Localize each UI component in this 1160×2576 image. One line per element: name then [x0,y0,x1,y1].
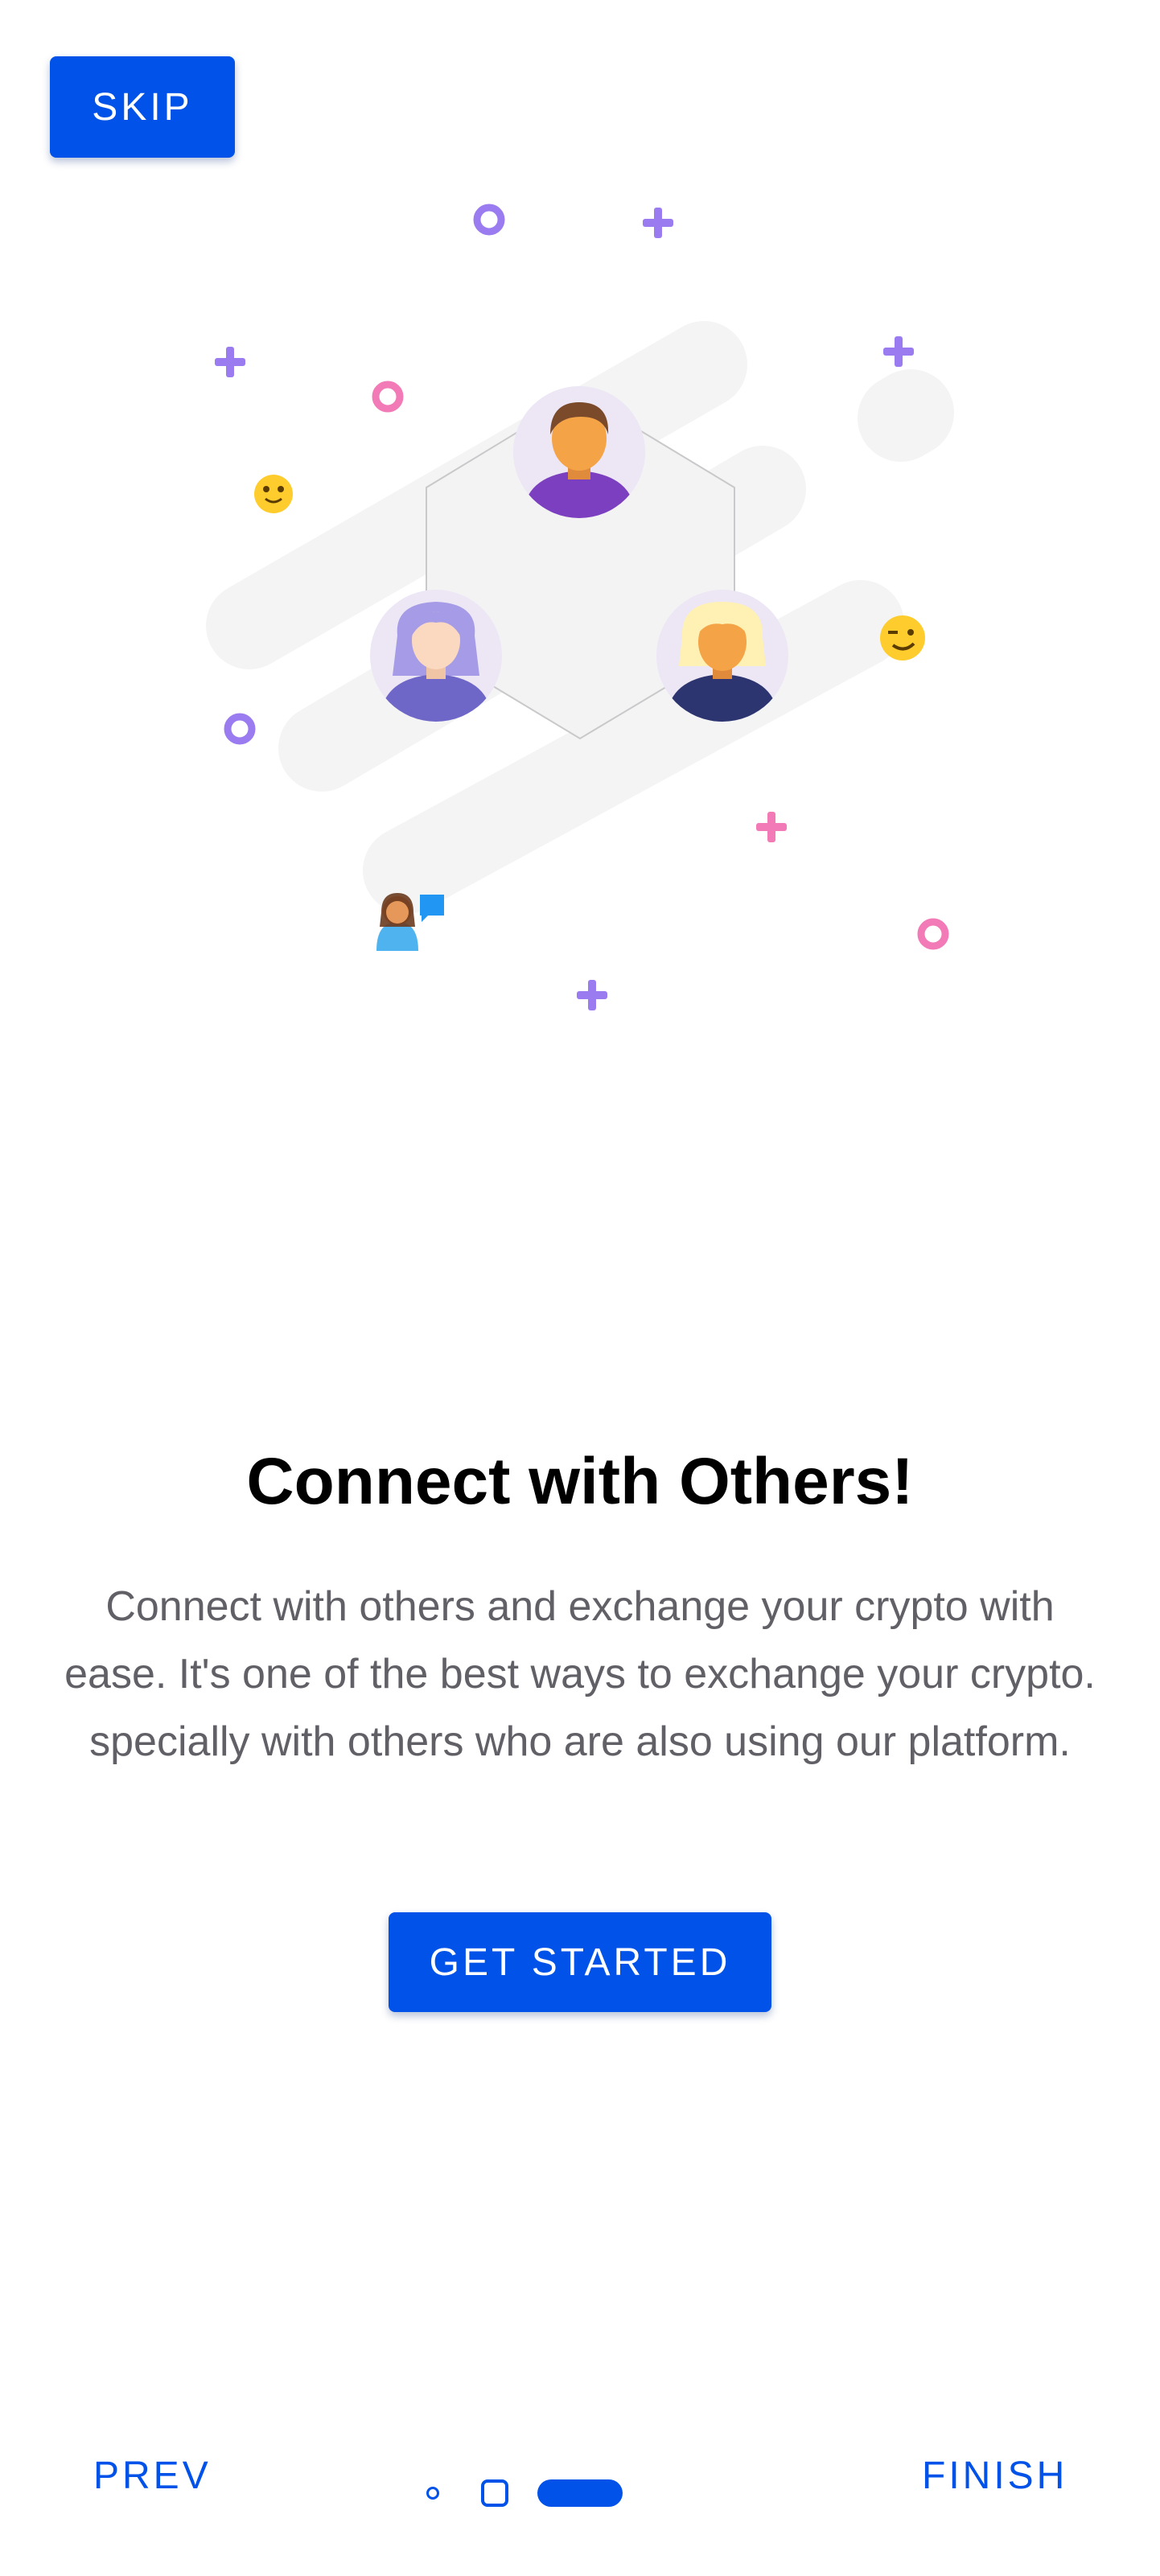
get-started-button[interactable]: GET STARTED [389,1912,771,2012]
connect-illustration [206,204,954,1010]
sparkle-icon [577,980,607,1010]
avatar-top [513,386,645,518]
wink-emoji-icon [880,615,925,660]
speech-bubble-icon [420,895,444,922]
page-title: Connect with Others! [246,1445,914,1518]
page-description: Connect with others and exchange your cr… [64,1583,1096,1765]
sparkle-icon [215,347,245,377]
sparkle-icon [756,812,787,842]
page-dot-3-active[interactable] [537,2479,623,2507]
smile-emoji-icon [254,475,293,513]
sparkle-icon [643,208,673,238]
page-dot-2[interactable] [481,2479,508,2507]
ring-icon [224,713,256,745]
finish-button[interactable]: FINISH [922,2454,1067,2498]
ring-icon [372,381,404,413]
sparkle-icon [883,336,914,367]
page-dot-1[interactable] [426,2487,439,2500]
person-chat-icon [376,893,444,951]
ring-icon [917,918,949,950]
ring-icon [473,204,505,236]
